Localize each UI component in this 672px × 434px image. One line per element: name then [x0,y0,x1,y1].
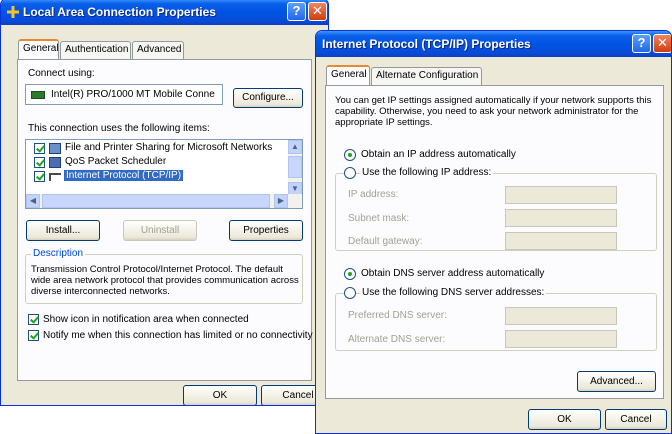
subnet-mask-field[interactable] [505,209,617,227]
scroll-thumb[interactable] [288,156,302,178]
network-connection-icon [7,6,19,18]
use-following-dns-label: Use the following DNS server addresses: [360,287,547,298]
scheduler-icon [49,157,61,168]
close-button[interactable]: ✕ [653,34,671,53]
show-icon-checkbox[interactable] [28,314,39,325]
item-label: QoS Packet Scheduler [65,156,167,167]
notify-checkbox[interactable] [28,330,39,341]
tab-advanced[interactable]: Advanced [132,41,184,59]
ip-address-field[interactable] [505,186,617,204]
preferred-dns-label: Preferred DNS server: [348,310,447,321]
tcpip-window-title: Internet Protocol (TCP/IP) Properties [322,37,531,51]
list-item[interactable]: File and Printer Sharing for Microsoft N… [30,142,292,156]
install-button[interactable]: Install... [26,220,100,241]
adapter-name: Intel(R) PRO/1000 MT Mobile Conne [51,89,215,100]
horizontal-scrollbar[interactable]: ◀ ▶ [26,194,302,208]
network-adapter-icon [31,91,45,99]
default-gateway-field[interactable] [505,232,617,250]
use-following-ip-label: Use the following IP address: [360,167,494,178]
protocol-icon [49,173,61,181]
uninstall-button[interactable]: Uninstall [123,220,197,241]
ip-address-label: IP address: [348,189,399,200]
item-checkbox[interactable] [34,143,45,154]
notify-label: Notify me when this connection has limit… [43,330,313,341]
list-item[interactable]: QoS Packet Scheduler [30,156,292,170]
tcpip-properties-window: Internet Protocol (TCP/IP) Properties ? … [315,30,672,434]
alternate-dns-label: Alternate DNS server: [348,334,446,345]
advanced-button[interactable]: Advanced... [577,371,656,392]
list-item-selected[interactable]: Internet Protocol (TCP/IP) [30,170,292,184]
tab-alternate-configuration[interactable]: Alternate Configuration [371,67,482,85]
intro-text: You can get IP settings assigned automat… [335,95,652,128]
preferred-dns-field[interactable] [505,307,617,325]
item-label: Internet Protocol (TCP/IP) [64,170,184,181]
scroll-right-icon[interactable]: ▶ [274,194,288,208]
help-button[interactable]: ? [287,2,306,21]
use-following-dns-radio[interactable] [344,287,356,299]
show-icon-label: Show icon in notification area when conn… [43,314,249,325]
scroll-thumb[interactable] [42,194,270,208]
help-button[interactable]: ? [632,34,651,53]
tcpip-title-bar[interactable]: Internet Protocol (TCP/IP) Properties [316,31,671,57]
tab-general[interactable]: General [326,65,370,85]
scroll-left-icon[interactable]: ◀ [26,194,40,208]
obtain-dns-auto-label: Obtain DNS server address automatically [361,268,545,279]
tcpip-cancel-button[interactable]: Cancel [605,409,667,430]
item-checkbox[interactable] [34,157,45,168]
item-checkbox[interactable] [34,171,45,182]
properties-button[interactable]: Properties [229,220,303,241]
scroll-up-icon[interactable]: ▲ [288,140,302,154]
description-text: Transmission Control Protocol/Internet P… [31,264,299,297]
components-list[interactable]: File and Printer Sharing for Microsoft N… [25,139,303,209]
description-label: Description [31,248,86,259]
adapter-field: Intel(R) PRO/1000 MT Mobile Conne [25,84,223,105]
lan-title-bar[interactable]: Local Area Connection Properties [1,0,328,25]
obtain-ip-auto-label: Obtain an IP address automatically [361,149,516,160]
item-label: File and Printer Sharing for Microsoft N… [65,142,273,153]
use-following-ip-radio[interactable] [344,167,356,179]
lan-window-title: Local Area Connection Properties [23,5,216,19]
close-button[interactable]: ✕ [308,2,327,21]
tab-general[interactable]: General [18,39,59,59]
tcpip-ok-button[interactable]: OK [528,409,601,430]
obtain-ip-auto-radio[interactable] [344,149,356,161]
tab-authentication[interactable]: Authentication [60,41,131,59]
items-label: This connection uses the following items… [28,123,210,134]
subnet-mask-label: Subnet mask: [348,213,410,224]
connect-using-label: Connect using: [28,68,95,79]
default-gateway-label: Default gateway: [348,236,423,247]
vertical-scrollbar[interactable]: ▲ ▼ [288,140,302,196]
printer-icon [49,143,61,154]
obtain-dns-auto-radio[interactable] [344,268,356,280]
configure-button[interactable]: Configure... [233,88,303,108]
alternate-dns-field[interactable] [505,330,617,348]
lan-ok-button[interactable]: OK [183,385,257,405]
lan-properties-window: Local Area Connection Properties ? ✕ Gen… [0,0,329,406]
